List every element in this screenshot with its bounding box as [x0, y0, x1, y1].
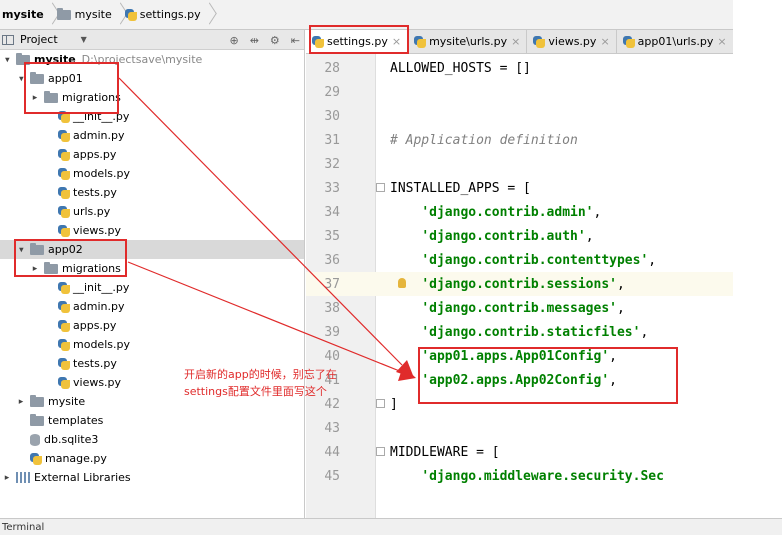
annotation-note: 开启新的app的时候，别忘了在 settings配置文件里面写这个	[184, 366, 384, 400]
annotation-line: 开启新的app的时候，别忘了在	[184, 368, 337, 381]
arrow-line-app01	[118, 77, 403, 366]
arrow-line-app02	[127, 261, 403, 373]
annotation-arrows	[118, 77, 416, 381]
annotation-line: settings配置文件里面写这个	[184, 385, 327, 398]
